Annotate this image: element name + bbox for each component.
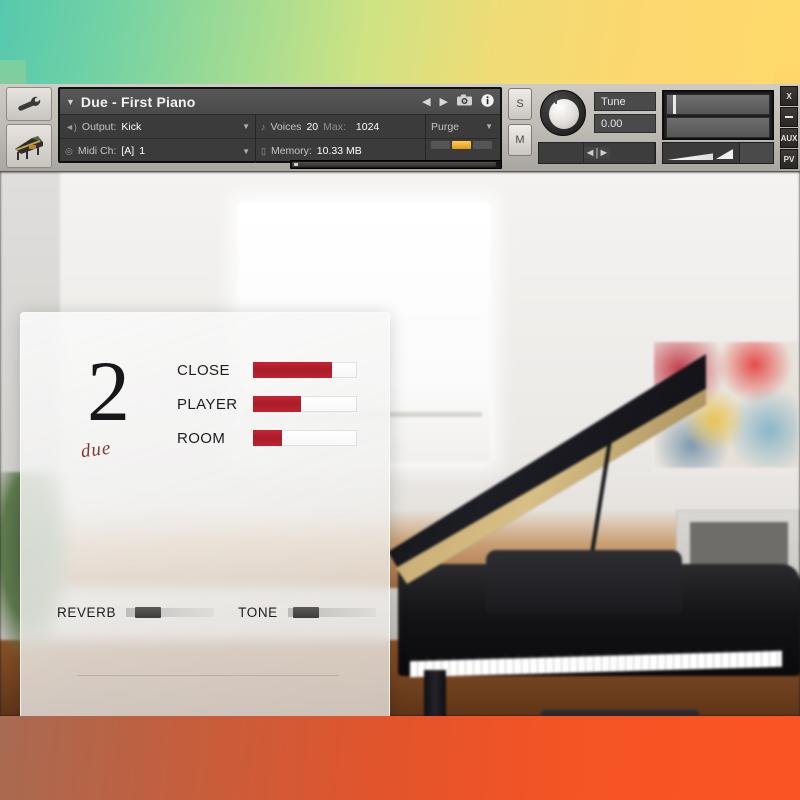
instrument-name: Due - First Piano xyxy=(80,93,196,110)
solo-mute-column: S M xyxy=(508,88,532,160)
mic-slider-fill xyxy=(253,430,283,446)
output-icon: ◄) xyxy=(65,121,77,132)
prev-arrow-icon[interactable]: ◀ xyxy=(422,95,430,108)
grand-piano-icon[interactable] xyxy=(6,124,52,168)
reverb-control: REVERB xyxy=(57,605,215,620)
mic-slider-close[interactable] xyxy=(253,362,357,378)
volume-fader[interactable] xyxy=(662,142,774,164)
midi-port: [A] xyxy=(121,145,135,157)
memory-label: Memory: xyxy=(270,145,312,157)
control-panel: 2 due CLOSE PLAYER ROOM REVERB TONE xyxy=(20,312,390,716)
mic-label: CLOSE xyxy=(177,361,230,379)
output-label: Output: xyxy=(81,120,117,133)
camera-icon[interactable] xyxy=(457,94,472,109)
pan-balance-icon: ◄|► xyxy=(584,147,610,159)
purge-led xyxy=(473,141,492,149)
memory-value: 10.33 MB xyxy=(316,145,362,157)
midi-icon: ◎ xyxy=(65,145,73,156)
minimize-button[interactable] xyxy=(780,107,798,127)
midi-channel: 1 xyxy=(139,145,146,157)
chevron-down-icon[interactable]: ▼ xyxy=(66,97,75,107)
mute-button[interactable]: M xyxy=(508,124,532,156)
library-logo-number: 2 xyxy=(87,343,130,439)
pan-control[interactable]: ◄|► xyxy=(538,142,656,164)
purge-label: Purge xyxy=(431,120,460,133)
mic-slider-fill xyxy=(253,362,333,378)
close-button[interactable]: X xyxy=(780,86,798,106)
voices-icon: ♪ xyxy=(261,121,266,132)
purge-led-active xyxy=(452,141,471,149)
solo-button[interactable]: S xyxy=(508,88,532,120)
reverb-label: REVERB xyxy=(57,605,117,620)
midi-channel-row[interactable]: ◎ Midi Ch: [A] 1 ▼ xyxy=(60,139,255,163)
reverb-slider[interactable] xyxy=(126,607,215,618)
mic-slider-room[interactable] xyxy=(253,430,357,446)
instrument-interface: 2 due CLOSE PLAYER ROOM REVERB TONE xyxy=(0,172,800,716)
piano-leg xyxy=(424,670,446,716)
midi-label: Midi Ch: xyxy=(77,145,117,157)
info-icon[interactable] xyxy=(481,93,494,110)
meter-left xyxy=(666,94,770,115)
mic-slider-fill xyxy=(253,396,301,412)
purge-column: Purge ▼ xyxy=(426,115,498,163)
tune-value[interactable]: 0.00 xyxy=(594,114,656,133)
mic-slider-player[interactable] xyxy=(253,396,357,412)
scrollbar-thumb[interactable] xyxy=(292,162,496,167)
performance-column: ♪ Voices 20 Max: 1024 ▯ Memory: 10.33 MB xyxy=(256,115,426,163)
next-arrow-icon[interactable]: ▶ xyxy=(440,95,448,108)
purge-led-group xyxy=(426,141,498,149)
mic-label: ROOM xyxy=(177,429,226,447)
shelf-panel xyxy=(690,522,788,566)
wrench-icon[interactable] xyxy=(6,87,52,121)
desktop-gradient-bottom xyxy=(0,715,800,800)
purge-row[interactable]: Purge ▼ xyxy=(426,115,498,139)
voices-max-value: 1024 xyxy=(355,120,380,133)
piano-music-desk xyxy=(486,550,682,614)
kontakt-plugin-window: ▼ Due - First Piano ◀ ▶ ◄) Output: Kick … xyxy=(0,84,800,716)
aux-button[interactable]: AUX xyxy=(780,128,798,148)
purge-led xyxy=(431,141,450,149)
meter-right xyxy=(666,117,770,138)
desktop-gradient-top xyxy=(0,0,800,86)
piano-bench-seat xyxy=(540,710,700,716)
mic-row-player: PLAYER xyxy=(177,387,375,421)
header-icon-column xyxy=(6,87,54,171)
chevron-down-icon[interactable]: ▼ xyxy=(242,147,250,156)
mic-row-room: ROOM xyxy=(177,421,375,455)
tone-control: TONE xyxy=(238,605,376,620)
instrument-title-row: ▼ Due - First Piano ◀ ▶ xyxy=(60,89,500,115)
output-row[interactable]: ◄) Output: Kick ▼ xyxy=(60,115,255,139)
reverb-slider-handle[interactable] xyxy=(134,607,161,618)
pv-button[interactable]: PV xyxy=(780,149,798,169)
horizontal-scrollbar[interactable] xyxy=(290,160,502,169)
chevron-down-icon[interactable]: ▼ xyxy=(485,122,493,131)
output-value: Kick xyxy=(121,120,142,133)
tune-fields: Tune 0.00 xyxy=(594,92,656,136)
instrument-info-body: ◄) Output: Kick ▼ ◎ Midi Ch: [A] 1 ▼ ♪ V… xyxy=(60,115,500,163)
tone-slider-handle[interactable] xyxy=(293,607,320,618)
knob-pointer xyxy=(555,95,557,104)
tone-label: TONE xyxy=(238,605,278,620)
tune-label: Tune xyxy=(594,92,656,111)
voices-row: ♪ Voices 20 Max: 1024 xyxy=(256,115,425,139)
chevron-down-icon[interactable]: ▼ xyxy=(242,122,250,131)
mic-row-close: CLOSE xyxy=(177,353,375,387)
voices-label: Voices xyxy=(270,120,302,133)
kontakt-instrument-header: ▼ Due - First Piano ◀ ▶ ◄) Output: Kick … xyxy=(0,84,800,172)
instrument-strip: ▼ Due - First Piano ◀ ▶ ◄) Output: Kick … xyxy=(58,87,502,163)
memory-icon: ▯ xyxy=(261,145,266,156)
tone-slider[interactable] xyxy=(287,607,376,618)
voices-max-label: Max: xyxy=(323,120,346,133)
routing-column: ◄) Output: Kick ▼ ◎ Midi Ch: [A] 1 ▼ xyxy=(60,115,256,163)
voices-value: 20 xyxy=(306,120,319,133)
microphone-mixer: CLOSE PLAYER ROOM xyxy=(177,353,375,455)
panel-divider xyxy=(77,675,339,676)
tune-knob[interactable] xyxy=(540,90,586,136)
plugin-edge-buttons: X AUX PV xyxy=(780,86,798,170)
output-level-meters xyxy=(662,90,774,140)
tone-controls: REVERB TONE xyxy=(57,605,377,620)
mic-label: PLAYER xyxy=(177,395,238,413)
